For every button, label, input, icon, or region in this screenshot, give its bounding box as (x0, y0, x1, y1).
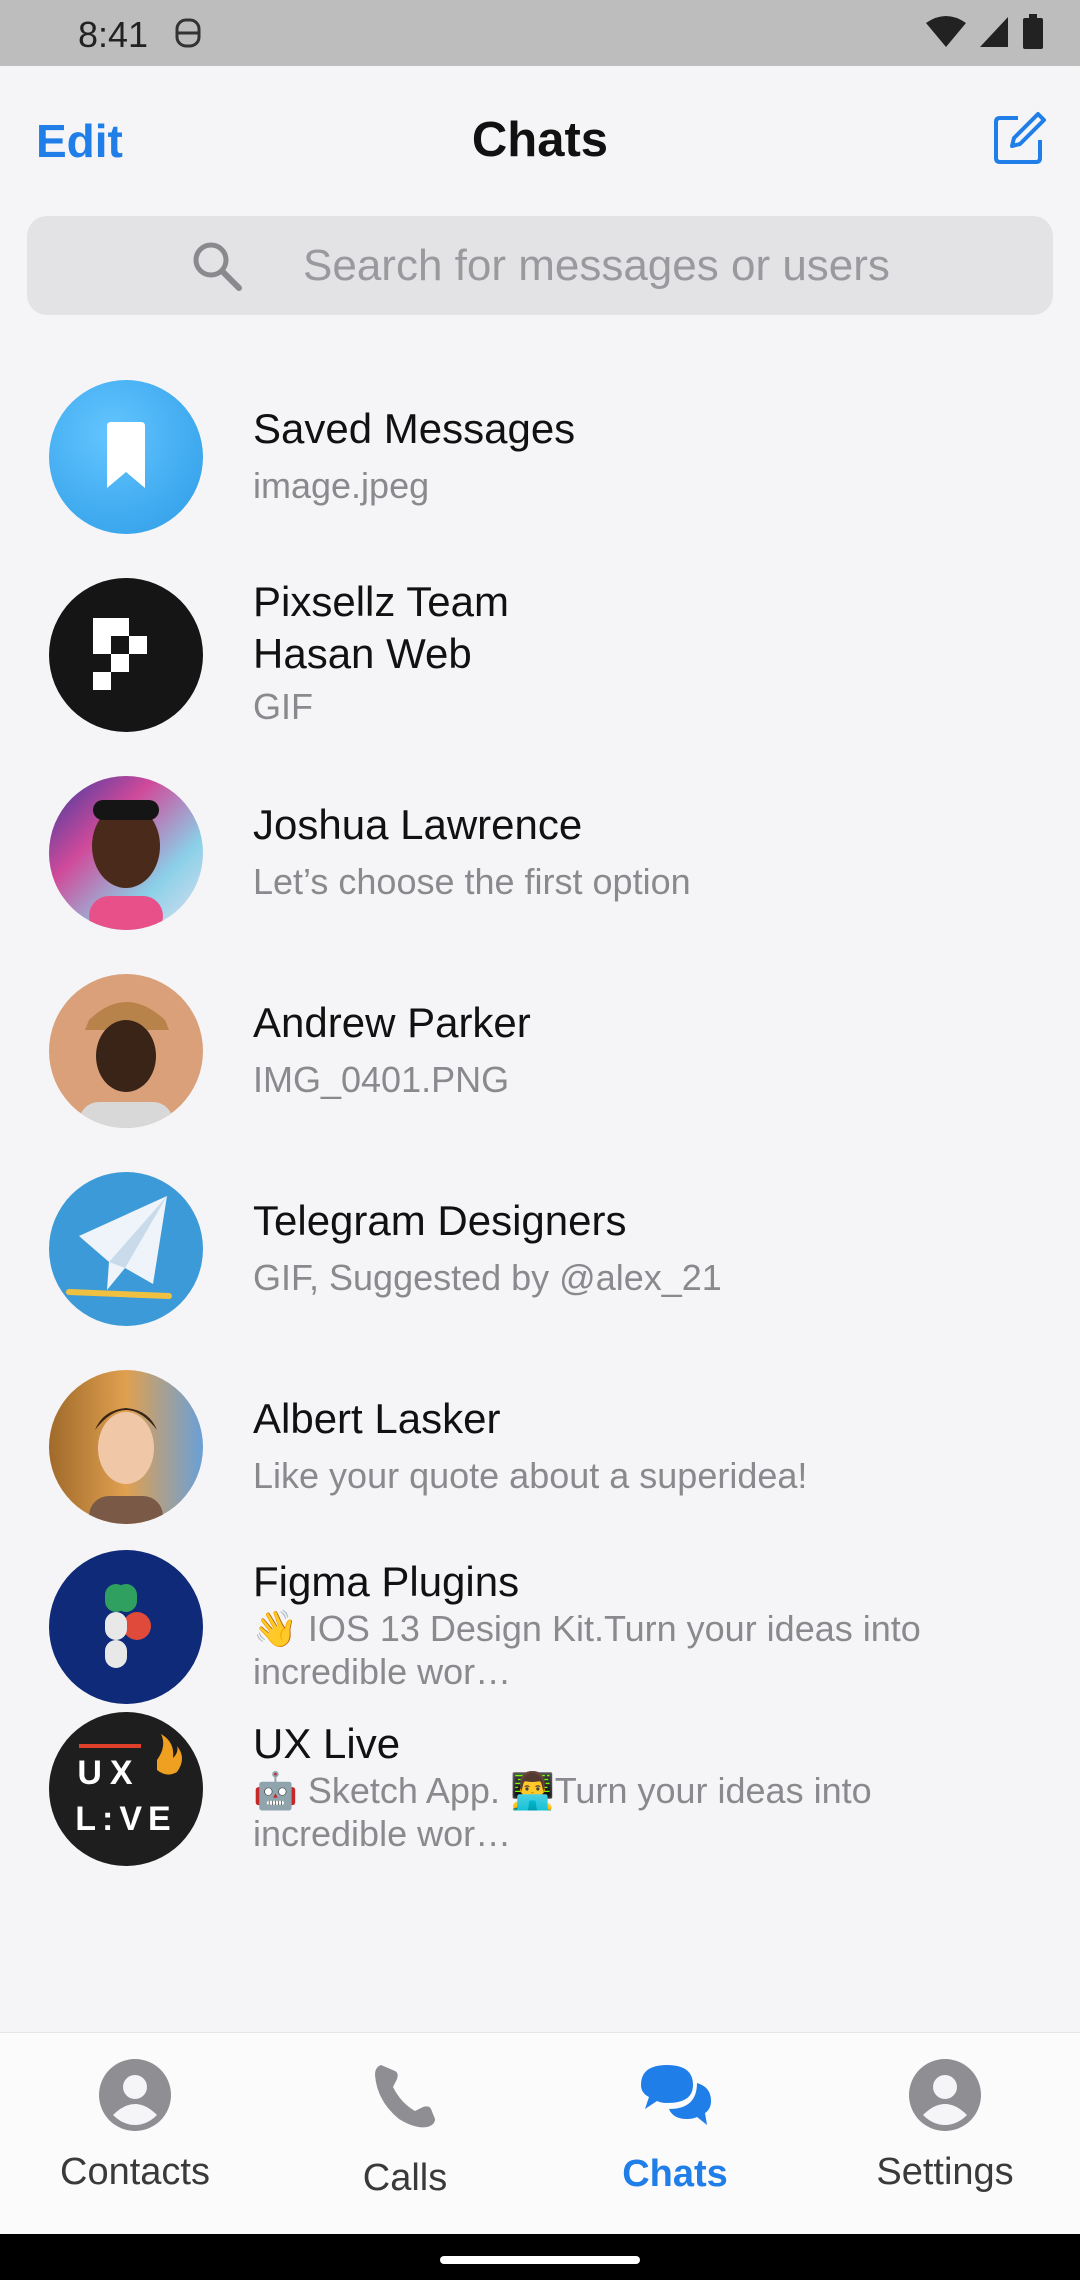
person-icon (99, 2059, 171, 2131)
chat-preview: GIF (253, 686, 313, 727)
chat-bubbles-icon (641, 2065, 711, 2125)
saved-messages-avatar (49, 380, 203, 534)
svg-text:L:VE: L:VE (75, 1800, 176, 1838)
chat-preview-line2: incredible wor… (253, 1651, 512, 1692)
tab-label: Settings (876, 2151, 1014, 2193)
chat-name: Telegram Designers (253, 1197, 627, 1244)
data-saver-icon (175, 18, 201, 48)
chat-row-telegram-designers[interactable]: Telegram Designers GIF, Suggested by @al… (0, 1152, 1080, 1332)
person-photo (89, 1408, 163, 1524)
status-indicators (926, 14, 1044, 50)
tab-label: Chats (622, 2153, 728, 2195)
search-icon (193, 242, 242, 291)
chat-name: Saved Messages (253, 405, 576, 452)
tab-contacts[interactable]: Contacts (0, 2033, 270, 2235)
paper-plane-icon (66, 1196, 172, 1299)
status-time: 8:41 (78, 14, 149, 55)
wifi-icon (926, 16, 966, 47)
battery-icon (1023, 14, 1043, 49)
chat-name: UX Live (253, 1720, 401, 1767)
search-bar[interactable] (27, 216, 1053, 315)
chat-preview-line2: incredible wor… (253, 1813, 512, 1854)
andrew-parker-avatar (49, 974, 203, 1128)
albert-lasker-avatar (49, 1370, 203, 1524)
chat-row-andrew-parker[interactable]: Andrew Parker IMG_0401.PNG (0, 954, 1080, 1134)
chat-preview: Like your quote about a superidea! (253, 1455, 808, 1496)
pixsellz-logo-icon (93, 618, 147, 690)
chat-row-saved-messages[interactable]: Saved Messages image.jpeg (0, 360, 1080, 540)
pixsellz-logo-avatar (49, 578, 203, 732)
person-photo (79, 1002, 173, 1128)
chat-preview: IMG_0401.PNG (253, 1059, 510, 1100)
person-icon (909, 2059, 981, 2131)
system-navigation-bar (0, 2234, 1080, 2280)
chat-row-pixsellz-team[interactable]: Pixsellz Team Hasan Web GIF (0, 558, 1080, 738)
chat-sender: Hasan Web (253, 630, 472, 677)
tab-label: Contacts (60, 2151, 210, 2193)
telegram-designers-avatar (49, 1172, 203, 1326)
chat-preview-line1: 👋 IOS 13 Design Kit.Turn your ideas into (253, 1608, 921, 1649)
chat-name: Figma Plugins (253, 1558, 520, 1605)
chat-preview: Let’s choose the first option (253, 861, 691, 902)
phone-icon (375, 2065, 435, 2128)
chat-row-ux-live[interactable]: UX L:VE UX Live 🤖 Sketch App. 👨‍💻Turn yo… (0, 1710, 1080, 1870)
header: Edit Chats (0, 66, 1080, 216)
ux-live-logo-icon: UX L:VE (75, 1734, 182, 1838)
ux-live-avatar: UX L:VE (49, 1712, 203, 1866)
chat-preview: GIF, Suggested by @alex_21 (253, 1257, 722, 1298)
page-title: Chats (471, 113, 609, 167)
compose-icon[interactable] (990, 108, 1050, 168)
figma-plugins-avatar (49, 1550, 203, 1704)
chat-name: Albert Lasker (253, 1395, 501, 1442)
bookmark-icon (107, 422, 145, 488)
tab-chats[interactable]: Chats (540, 2033, 810, 2235)
person-photo (89, 800, 163, 930)
home-handle[interactable] (440, 2256, 640, 2264)
search-input[interactable] (303, 216, 1023, 315)
chat-name: Joshua Lawrence (253, 801, 583, 848)
chat-name: Andrew Parker (253, 999, 531, 1046)
chat-row-figma-plugins[interactable]: Figma Plugins 👋 IOS 13 Design Kit.Turn y… (0, 1548, 1080, 1708)
tab-calls[interactable]: Calls (270, 2033, 540, 2235)
cell-signal-icon (980, 17, 1008, 47)
chat-row-joshua-lawrence[interactable]: Joshua Lawrence Let’s choose the first o… (0, 756, 1080, 936)
svg-text:UX: UX (77, 1754, 140, 1792)
chat-name: Pixsellz Team (253, 578, 509, 625)
status-bar: 8:41 (0, 0, 1080, 66)
figma-logo-icon (105, 1584, 151, 1668)
chat-row-albert-lasker[interactable]: Albert Lasker Like your quote about a su… (0, 1350, 1080, 1530)
tab-settings[interactable]: Settings (810, 2033, 1080, 2235)
chat-preview-line1: 🤖 Sketch App. 👨‍💻Turn your ideas into (253, 1770, 872, 1811)
bottom-tab-bar: Contacts Calls Chats Settings (0, 2032, 1080, 2234)
joshua-lawrence-avatar (49, 776, 203, 930)
tab-label: Calls (362, 2157, 448, 2199)
chats-screen: 8:41 Edit Chats Search for messages or u… (0, 0, 1080, 2280)
chat-preview: image.jpeg (253, 465, 430, 506)
